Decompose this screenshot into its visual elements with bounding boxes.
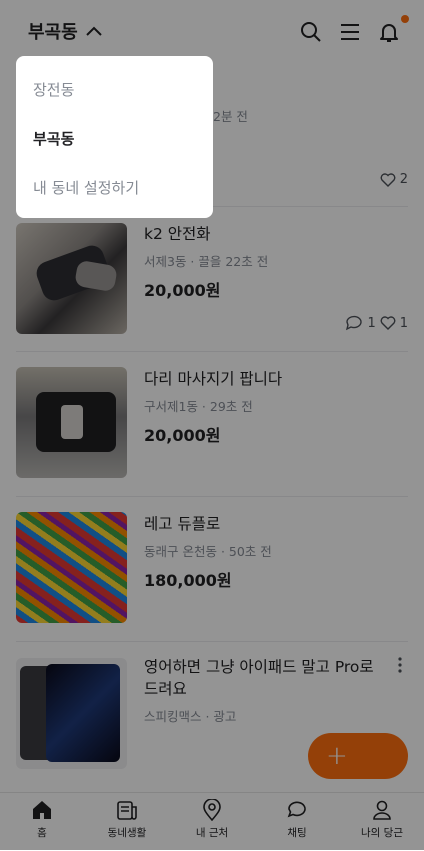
dropdown-item-bugok[interactable]: 부곡동 [33, 128, 74, 149]
dropdown-item-jangjeon[interactable]: 장전동 [33, 79, 74, 100]
dropdown-item-set-neighborhood[interactable]: 내 동네 설정하기 [33, 177, 139, 198]
location-dropdown: 장전동 부곡동 내 동네 설정하기 [16, 56, 213, 218]
